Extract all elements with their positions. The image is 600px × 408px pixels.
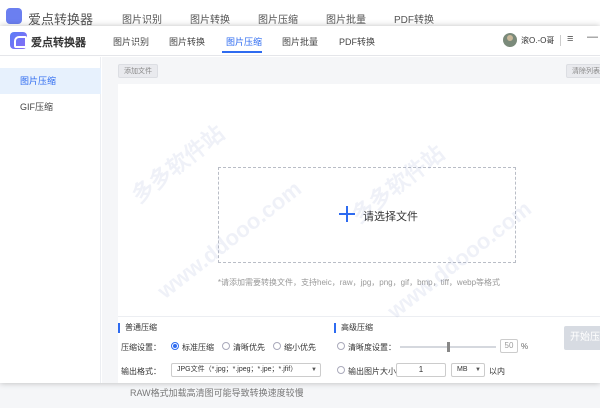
size-priority-label[interactable]: 缩小优先: [284, 342, 316, 353]
header: 爱点转换器 图片识别 图片转换 图片压缩 图片批量 PDF转换 滚O.-O哥 ≡…: [0, 26, 600, 56]
output-format-select[interactable]: JPG文件（*.jpg；*.jpeg；*.jpe；*.jfif） ▼: [171, 363, 321, 377]
nav-image-recognition[interactable]: 图片识别: [113, 35, 149, 48]
output-size-field[interactable]: 1: [396, 363, 446, 377]
background-logo-icon: [6, 8, 22, 24]
sidebar: 图片压缩 GIF压缩: [0, 57, 101, 383]
size-suffix: 以内: [489, 367, 505, 376]
standard-compress-radio[interactable]: [171, 342, 179, 350]
output-format-label: 输出格式：: [121, 367, 161, 376]
output-format-value: JPG文件（*.jpg；*.jpeg；*.jpe；*.jfif）: [177, 366, 298, 373]
size-unit-select[interactable]: MB ▼: [451, 363, 485, 377]
clarity-value-field[interactable]: 50: [500, 339, 518, 353]
clarity-setting-radio[interactable]: [337, 342, 345, 350]
advanced-compress-title: 高级压缩: [334, 323, 373, 333]
nav-image-compress[interactable]: 图片压缩: [226, 35, 262, 48]
plus-icon: [339, 206, 355, 222]
background-nav-item: 图片批量: [326, 15, 366, 26]
settings-panel: 普通压缩 压缩设置： 标准压缩 清晰优先 缩小优先 输出格式： JPG文件（*.…: [118, 316, 600, 383]
background-nav-item: PDF转换: [394, 15, 434, 26]
size-priority-radio[interactable]: [273, 342, 281, 350]
start-compress-button[interactable]: 开始压缩: [564, 326, 600, 350]
clarity-unit: %: [521, 342, 529, 351]
background-nav-item: 图片识别: [122, 15, 162, 26]
file-list-area: 请选择文件 *请添加需要转换文件，支持heic，raw，jpg，png，gif，…: [118, 84, 600, 316]
nav-active-underline: [222, 51, 262, 53]
app-window: 爱点转换器 图片识别 图片转换 图片压缩 图片批量 PDF转换 滚O.-O哥 ≡…: [0, 26, 600, 383]
main-content: 添加文件 清除列表 请选择文件 *请添加需要转换文件，支持heic，raw，jp…: [102, 57, 600, 383]
clarity-slider-handle[interactable]: [447, 342, 450, 352]
nav-image-batch[interactable]: 图片批量: [282, 35, 318, 48]
sidebar-item-image-compress[interactable]: 图片压缩: [0, 68, 101, 94]
app-logo-icon: [10, 32, 27, 49]
normal-compress-title: 普通压缩: [118, 323, 157, 333]
minimize-icon[interactable]: —: [587, 31, 598, 43]
clarity-priority-label[interactable]: 清晰优先: [233, 342, 265, 353]
menu-icon[interactable]: ≡: [567, 33, 573, 45]
select-file-label[interactable]: 请选择文件: [363, 208, 418, 224]
background-nav-item: 图片转换: [190, 15, 230, 26]
sidebar-item-gif-compress[interactable]: GIF压缩: [0, 94, 101, 120]
avatar[interactable]: [503, 33, 517, 47]
chevron-down-icon: ▼: [311, 367, 317, 373]
file-dropzone[interactable]: 请选择文件: [218, 167, 516, 263]
clarity-setting-label[interactable]: 清晰度设置：: [348, 342, 396, 353]
nav-image-convert[interactable]: 图片转换: [169, 35, 205, 48]
nav-pdf-convert[interactable]: PDF转换: [339, 35, 375, 48]
supported-formats-hint: *请添加需要转换文件，支持heic，raw，jpg，png，gif，bmp，ti…: [217, 278, 501, 287]
output-size-label[interactable]: 输出图片大小: [348, 366, 396, 377]
clear-list-button[interactable]: 清除列表: [566, 64, 600, 78]
background-nav-item: 图片压缩: [258, 15, 298, 26]
chevron-down-icon: ▼: [475, 367, 481, 373]
app-title: 爱点转换器: [31, 37, 86, 49]
output-size-radio[interactable]: [337, 366, 345, 374]
add-file-button[interactable]: 添加文件: [118, 64, 158, 78]
clarity-priority-radio[interactable]: [222, 342, 230, 350]
standard-compress-label[interactable]: 标准压缩: [182, 342, 214, 353]
background-status-text: RAW格式加载高清图可能导致转换速度较慢: [130, 388, 304, 398]
size-unit-value: MB: [457, 366, 468, 373]
header-divider: [560, 35, 561, 46]
compress-setting-label: 压缩设置：: [121, 343, 161, 352]
username[interactable]: 滚O.-O哥: [521, 35, 554, 46]
